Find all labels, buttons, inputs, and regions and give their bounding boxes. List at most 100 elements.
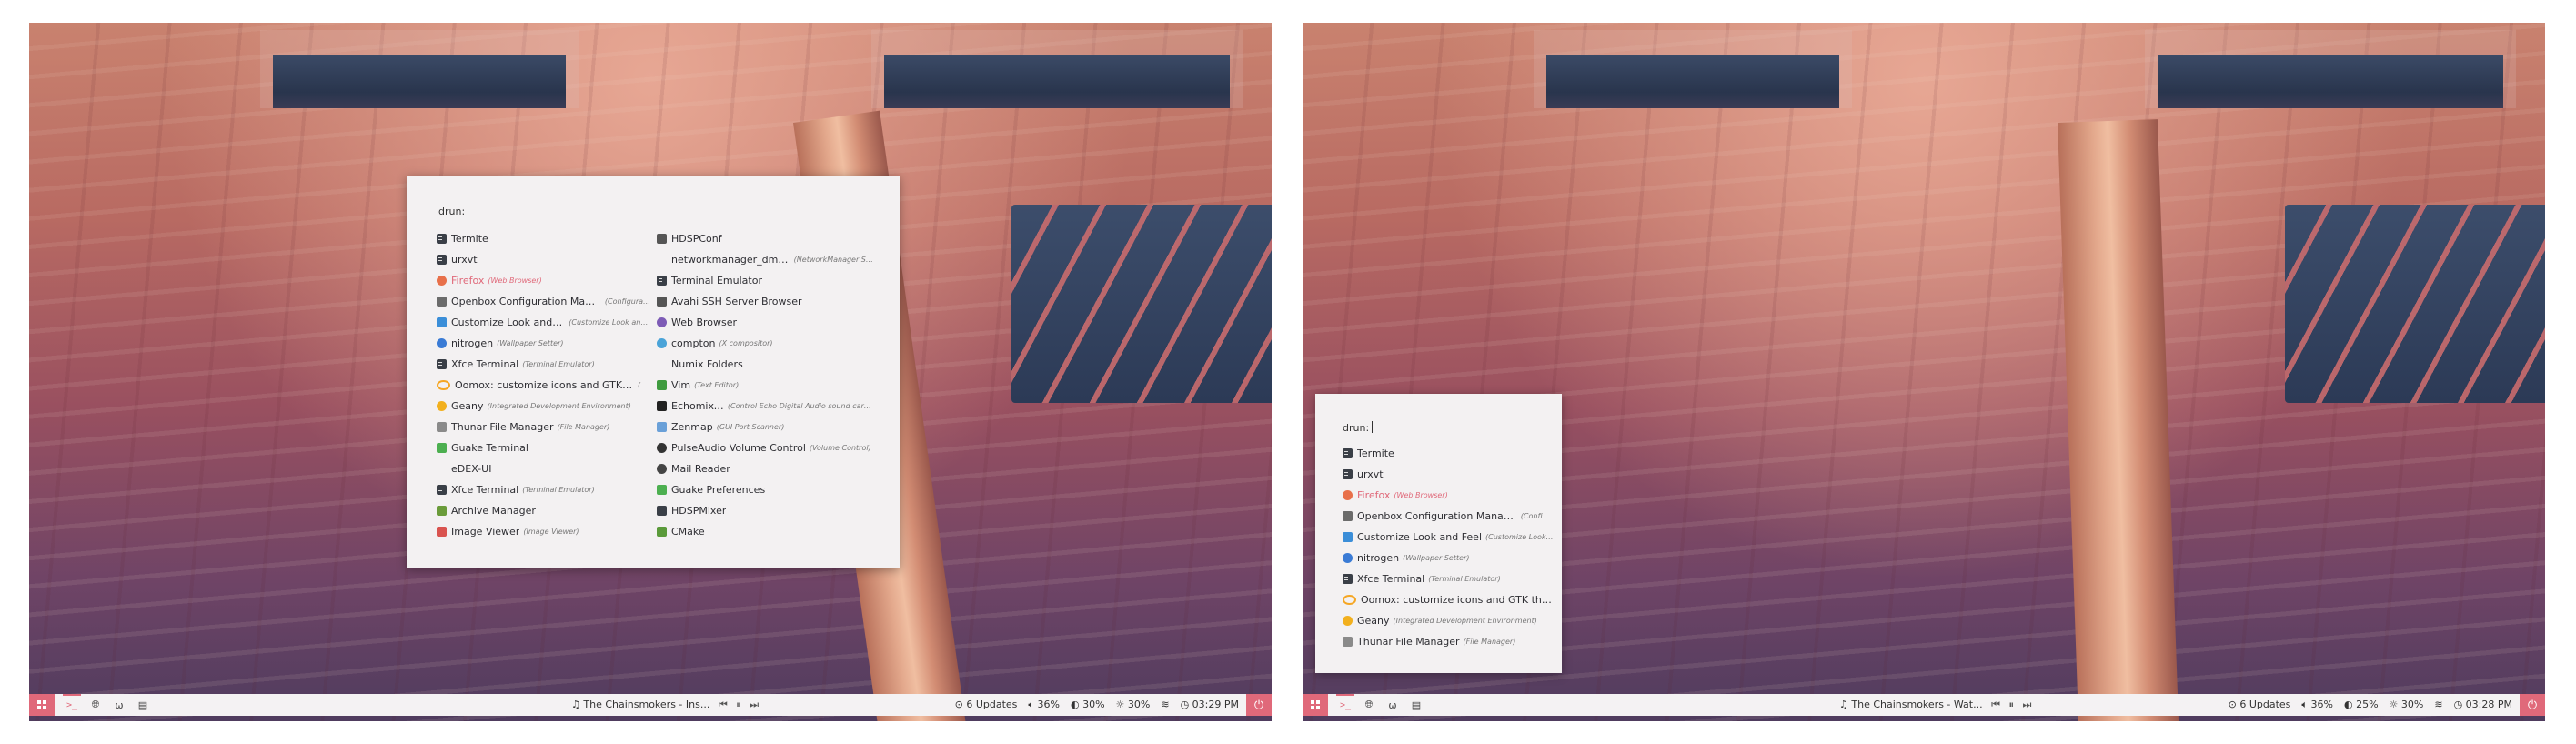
launcher-entry[interactable]: urxvt (1343, 464, 1554, 485)
clock[interactable]: ◷ 03:29 PM (1181, 694, 1239, 716)
launcher-entry[interactable]: Echomixer (Control Echo Digital Audio sou… (657, 396, 875, 417)
cat-launcher[interactable]: ω (107, 694, 131, 716)
appearance-icon (437, 317, 447, 327)
battery-indicator[interactable]: ☼ 30% (2390, 694, 2424, 716)
launcher-entry[interactable]: Archive Manager (437, 500, 651, 521)
launcher-entry[interactable]: compton (X compositor) (657, 333, 875, 354)
browser-launcher[interactable]: 🌐︎ (1357, 694, 1381, 716)
launcher-entry[interactable]: PulseAudio Volume Control (Volume Control… (657, 437, 875, 458)
menu-button[interactable] (29, 694, 55, 716)
entry-label: Zenmap (671, 421, 713, 433)
entry-label: Terminal Emulator (671, 275, 762, 287)
launcher-entry[interactable]: Geany (Integrated Development Environment… (1343, 610, 1554, 631)
pause-icon[interactable]: ⏸︎ (736, 699, 741, 710)
brightness-indicator[interactable]: ◐ 25% (2344, 694, 2379, 716)
launcher-prompt[interactable]: drun: (438, 206, 465, 217)
power-button[interactable]: ⏻ (2520, 694, 2545, 716)
firefox-icon (437, 276, 447, 286)
launcher-entry[interactable]: Xfce Terminal (Terminal Emulator) (1343, 568, 1554, 589)
launcher-entry[interactable]: nitrogen (Wallpaper Setter) (1343, 548, 1554, 568)
desktop-right: drun: Termite urxvt Firefox (Web Browser) Op… (1303, 23, 2545, 721)
launcher-entry[interactable]: Terminal Emulator (657, 270, 875, 291)
launcher-entry[interactable]: Guake Preferences (657, 479, 875, 500)
launcher-entry[interactable]: Image Viewer (Image Viewer) (437, 521, 651, 542)
launcher-entry[interactable]: Thunar File Manager (File Manager) (437, 417, 651, 437)
volume-indicator[interactable]: 🔈︎ 36% (2301, 694, 2333, 716)
launcher-entry[interactable]: Oomox: customize icons and GTK themes (O… (437, 375, 651, 396)
terminal-launcher[interactable]: >_ (1333, 694, 1357, 716)
launcher-entry[interactable]: Customize Look and Feel (Customize Look… (1343, 527, 1554, 548)
launcher-entry[interactable]: Avahi SSH Server Browser (657, 291, 875, 312)
launcher-entry[interactable]: Web Browser (657, 312, 875, 333)
launcher-entry[interactable]: Openbox Configuration Manager (Configurat… (437, 291, 651, 312)
power-button[interactable]: ⏻ (1246, 694, 1272, 716)
volume-indicator[interactable]: 🔈︎ 36% (1028, 694, 1060, 716)
previous-icon[interactable]: ⏮︎ (719, 699, 728, 710)
browser-launcher[interactable]: 🌐︎ (84, 694, 107, 716)
files-icon: ▤ (137, 699, 148, 711)
music-note-icon: ♫ (571, 699, 580, 710)
battery-indicator[interactable]: ☼ 30% (1116, 694, 1151, 716)
terminal-launcher[interactable]: >_ (60, 694, 84, 716)
next-icon[interactable]: ⏭︎ (2023, 699, 2032, 710)
previous-icon[interactable]: ⏮︎ (1991, 699, 2000, 710)
files-launcher[interactable]: ▤ (131, 694, 155, 716)
launcher-entry[interactable]: Geany (Integrated Development Environment… (437, 396, 651, 417)
clock[interactable]: ◷ 03:28 PM (2454, 694, 2512, 716)
entry-description: (X compositor) (719, 339, 773, 347)
launcher-entry[interactable]: Xfce Terminal (Terminal Emulator) (437, 354, 651, 375)
launcher-entry[interactable]: HDSPConf (657, 228, 875, 249)
brightness-indicator[interactable]: ◐ 30% (1071, 694, 1105, 716)
tool-icon (657, 234, 667, 244)
updates-indicator[interactable]: ⊙ 6 Updates (955, 694, 1018, 716)
entry-label: eDEX-UI (451, 463, 492, 475)
brightness-value: 25% (2356, 699, 2379, 710)
launcher-entry[interactable]: Firefox (Web Browser) (437, 270, 651, 291)
entry-description: (Integrated Development Environment) (487, 402, 631, 410)
updates-indicator[interactable]: ⊙ 6 Updates (2229, 694, 2291, 716)
media-player: ♫ The Chainsmokers - Wat... ⏮︎ ⏸︎ ⏭︎ (1839, 694, 2031, 716)
clock-time: 03:29 PM (1192, 699, 1239, 710)
launcher-entry[interactable]: Termite (437, 228, 651, 249)
launcher-entry[interactable]: Vim (Text Editor) (657, 375, 875, 396)
blank-icon (657, 255, 667, 265)
clock-time: 03:28 PM (2465, 699, 2512, 710)
wifi-icon[interactable]: ≋ (1161, 694, 1169, 716)
menu-button[interactable] (1303, 694, 1328, 716)
launcher-entry[interactable]: HDSPMixer (657, 500, 875, 521)
launcher-entry[interactable]: Oomox: customize icons and GTK them… (1343, 589, 1554, 610)
launcher-entry[interactable]: Guake Terminal (437, 437, 651, 458)
next-icon[interactable]: ⏭︎ (750, 699, 759, 710)
launcher-entry[interactable]: Firefox (Web Browser) (1343, 485, 1554, 506)
files-launcher[interactable]: ▤ (1404, 694, 1428, 716)
power-icon: ⏻ (1253, 698, 1264, 712)
launcher-entry[interactable]: Openbox Configuration Manager (Config… (1343, 506, 1554, 527)
pause-icon[interactable]: ⏸︎ (2009, 699, 2015, 710)
launcher-entry[interactable]: Customize Look and Feel (Customize Look a… (437, 312, 651, 333)
image-viewer-icon (437, 527, 447, 537)
geany-icon (437, 401, 447, 411)
entry-description: (Web Browser) (488, 276, 542, 285)
launcher-entry[interactable]: Termite (1343, 443, 1554, 464)
cat-launcher[interactable]: ω (1381, 694, 1404, 716)
launcher-entry[interactable]: CMake (657, 521, 875, 542)
launcher-entry[interactable]: nitrogen (Wallpaper Setter) (437, 333, 651, 354)
launcher-entry[interactable]: urxvt (437, 249, 651, 270)
launcher-entry[interactable]: Numix Folders (657, 354, 875, 375)
entry-description: (File Manager) (557, 423, 610, 431)
wallpaper-window-grate (2285, 205, 2545, 403)
launcher-entry[interactable]: networkmanager_dmenu (NetworkManager Sel… (657, 249, 875, 270)
launcher-prompt[interactable]: drun: (1343, 421, 1374, 434)
prompt-label: drun: (1343, 422, 1370, 434)
mixer-icon (657, 506, 667, 516)
launcher-entry[interactable]: Zenmap (GUI Port Scanner) (657, 417, 875, 437)
wifi-icon[interactable]: ≋ (2434, 694, 2442, 716)
launcher-entry[interactable]: eDEX-UI (437, 458, 651, 479)
entry-label: Geany (451, 400, 484, 412)
entry-label: urxvt (1357, 468, 1384, 480)
launcher-entry[interactable]: Xfce Terminal (Terminal Emulator) (437, 479, 651, 500)
app-launcher: drun: Termite urxvt Firefox (Web Browser) Op… (1315, 394, 1562, 673)
launcher-entry[interactable]: Thunar File Manager (File Manager) (1343, 631, 1554, 652)
launcher-entry[interactable]: Mail Reader (657, 458, 875, 479)
track-title: The Chainsmokers - Ins... (583, 699, 710, 710)
